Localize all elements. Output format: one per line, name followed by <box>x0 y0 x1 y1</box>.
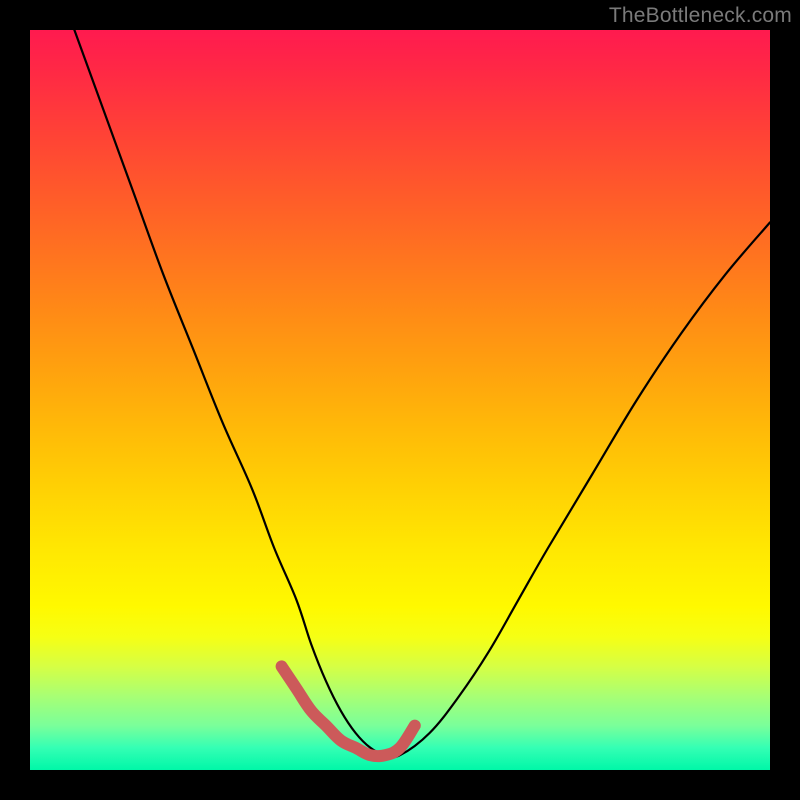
chart-frame: TheBottleneck.com <box>0 0 800 800</box>
plot-area <box>30 30 770 770</box>
watermark-text: TheBottleneck.com <box>609 4 792 28</box>
main-curve <box>74 30 770 757</box>
highlight-segment <box>282 666 415 756</box>
chart-svg <box>30 30 770 770</box>
